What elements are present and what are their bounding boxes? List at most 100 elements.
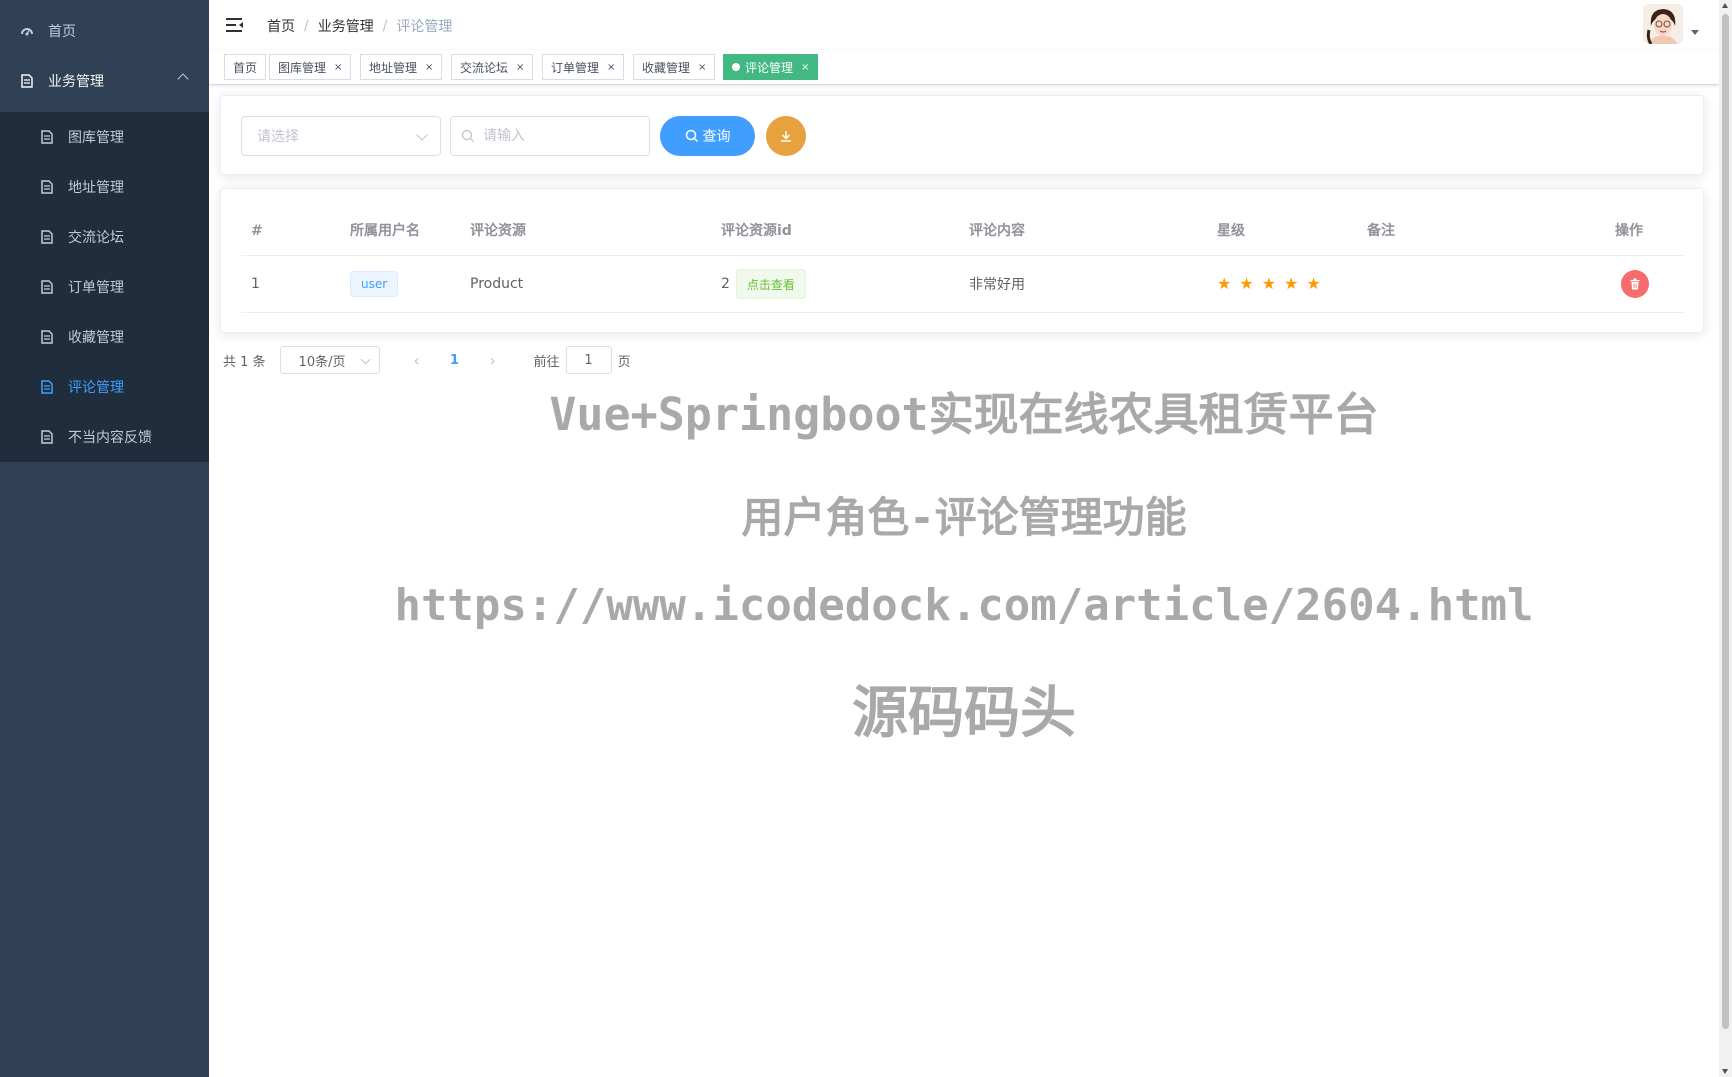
sidebar-item-feedback[interactable]: 不当内容反馈 <box>0 412 209 462</box>
page-number[interactable]: 1 <box>432 353 478 368</box>
column-header-remark: 备注 <box>1367 223 1395 239</box>
cell-index: 1 <box>251 276 260 292</box>
star-rating[interactable]: ★ ★ ★ ★ ★ <box>1217 276 1321 292</box>
sidebar-item-label: 订单管理 <box>68 280 124 296</box>
chevron-down-icon <box>416 129 428 141</box>
close-icon[interactable]: × <box>425 62 433 73</box>
close-icon[interactable]: × <box>801 62 809 73</box>
search-input-wrapper <box>450 116 650 156</box>
document-icon <box>40 230 54 244</box>
star-icon[interactable]: ★ <box>1262 276 1276 292</box>
chevron-down-icon <box>360 354 370 365</box>
star-icon[interactable]: ★ <box>1306 276 1320 292</box>
sidebar-item-label: 不当内容反馈 <box>68 430 152 446</box>
close-icon[interactable]: × <box>334 62 342 73</box>
breadcrumb-home[interactable]: 首页 <box>267 16 295 36</box>
pagination-total: 共 1 条 <box>223 354 266 370</box>
close-icon[interactable]: × <box>698 62 706 73</box>
chevron-up-icon <box>177 73 189 85</box>
scroll-down-arrow-icon[interactable] <box>1722 1069 1728 1074</box>
star-icon[interactable]: ★ <box>1284 276 1298 292</box>
username-tag: user <box>350 271 399 297</box>
prev-page-button[interactable]: ‹ <box>402 351 432 370</box>
tag-home[interactable]: 首页 <box>224 54 267 80</box>
tag-label: 评论管理 <box>745 60 794 75</box>
document-icon <box>20 74 34 88</box>
scroll-up-arrow-icon[interactable] <box>1722 3 1728 8</box>
sidebar-item-label: 地址管理 <box>68 180 124 196</box>
close-icon[interactable]: × <box>607 62 615 73</box>
jump-page-input[interactable] <box>565 346 612 374</box>
watermark-subtitle: 用户角色-评论管理功能 <box>741 493 1187 542</box>
breadcrumb-business[interactable]: 业务管理 <box>318 16 374 36</box>
breadcrumb-current: 评论管理 <box>396 19 453 35</box>
search-card: 请选择 查询 <box>220 95 1704 175</box>
table-card: # 所属用户名 评论资源 评论资源id 评论内容 星级 备注 操作 1 user… <box>220 188 1704 333</box>
sidebar-item-label: 交流论坛 <box>68 230 124 246</box>
resource-id-value: 2 <box>721 276 730 292</box>
column-header-actions: 操作 <box>1615 223 1643 239</box>
tag-comments[interactable]: 评论管理 × <box>723 54 819 80</box>
page-jumper: 前往 页 <box>534 346 631 374</box>
page-size-value: 10条/页 <box>298 354 346 370</box>
tag-label: 图库管理 <box>278 60 327 75</box>
tag-favorites[interactable]: 收藏管理 × <box>633 54 716 80</box>
breadcrumb: 首页 / 业务管理 / 评论管理 <box>267 16 452 36</box>
avatar[interactable] <box>1643 4 1683 44</box>
star-icon[interactable]: ★ <box>1217 276 1231 292</box>
scrollbar-thumb[interactable] <box>1722 14 1729 1029</box>
pagination: 共 1 条 10条/页 ‹ 1 › 前往 页 <box>223 345 631 375</box>
search-button-label: 查询 <box>702 129 731 145</box>
document-icon <box>40 180 54 194</box>
tag-label: 地址管理 <box>369 60 418 75</box>
tag-orders[interactable]: 订单管理 × <box>542 54 625 80</box>
hamburger-icon[interactable] <box>225 15 245 35</box>
tag-address[interactable]: 地址管理 × <box>360 54 443 80</box>
sidebar-item-comments[interactable]: 评论管理 <box>0 362 209 412</box>
sidebar-item-orders[interactable]: 订单管理 <box>0 262 209 312</box>
sidebar-item-address[interactable]: 地址管理 <box>0 162 209 212</box>
tag-label: 收藏管理 <box>642 60 691 75</box>
delete-button[interactable] <box>1621 270 1649 298</box>
filter-select[interactable]: 请选择 <box>241 116 441 156</box>
tag-gallery[interactable]: 图库管理 × <box>269 54 352 80</box>
download-button[interactable] <box>766 116 806 156</box>
jump-suffix: 页 <box>617 354 631 370</box>
trash-icon <box>1630 278 1640 290</box>
tag-label: 交流论坛 <box>460 60 509 75</box>
column-header-resource: 评论资源 <box>470 223 526 239</box>
scrollbar[interactable] <box>1719 0 1732 1077</box>
sidebar-item-label: 图库管理 <box>68 130 124 146</box>
sidebar-item-home[interactable]: 首页 <box>0 6 209 56</box>
sidebar-item-favorites[interactable]: 收藏管理 <box>0 312 209 362</box>
star-icon[interactable]: ★ <box>1239 276 1253 292</box>
navbar: 首页 / 业务管理 / 评论管理 <box>209 0 1719 50</box>
column-header-resource-id: 评论资源id <box>721 223 792 239</box>
close-icon[interactable]: × <box>516 62 524 73</box>
active-dot-icon <box>732 63 740 71</box>
sidebar-item-label: 首页 <box>48 24 76 40</box>
next-page-button[interactable]: › <box>478 351 508 370</box>
sidebar-item-gallery[interactable]: 图库管理 <box>0 112 209 162</box>
column-header-rating: 星级 <box>1217 223 1245 239</box>
cell-rating: ★ ★ ★ ★ ★ <box>1217 256 1321 312</box>
tag-label: 订单管理 <box>551 60 600 75</box>
search-input[interactable] <box>481 127 635 145</box>
sidebar-group-label: 业务管理 <box>48 74 104 90</box>
sidebar-group-business[interactable]: 业务管理 <box>0 56 209 106</box>
page-size-select[interactable]: 10条/页 <box>279 346 380 374</box>
jump-prefix: 前往 <box>533 354 560 370</box>
cell-username: user <box>350 256 399 312</box>
search-icon <box>461 129 475 147</box>
cell-actions <box>1621 256 1649 312</box>
caret-down-icon[interactable] <box>1691 30 1699 35</box>
watermark-brand: 源码码头 <box>852 681 1076 746</box>
tag-forum[interactable]: 交流论坛 × <box>451 54 534 80</box>
search-button[interactable]: 查询 <box>660 116 755 156</box>
search-icon <box>685 129 698 143</box>
dashboard-icon <box>20 24 34 38</box>
table-header: # 所属用户名 评论资源 评论资源id 评论内容 星级 备注 操作 <box>241 207 1685 256</box>
sidebar-item-label: 评论管理 <box>68 380 124 396</box>
sidebar-item-forum[interactable]: 交流论坛 <box>0 212 209 262</box>
view-resource-button[interactable]: 点击查看 <box>735 269 806 299</box>
